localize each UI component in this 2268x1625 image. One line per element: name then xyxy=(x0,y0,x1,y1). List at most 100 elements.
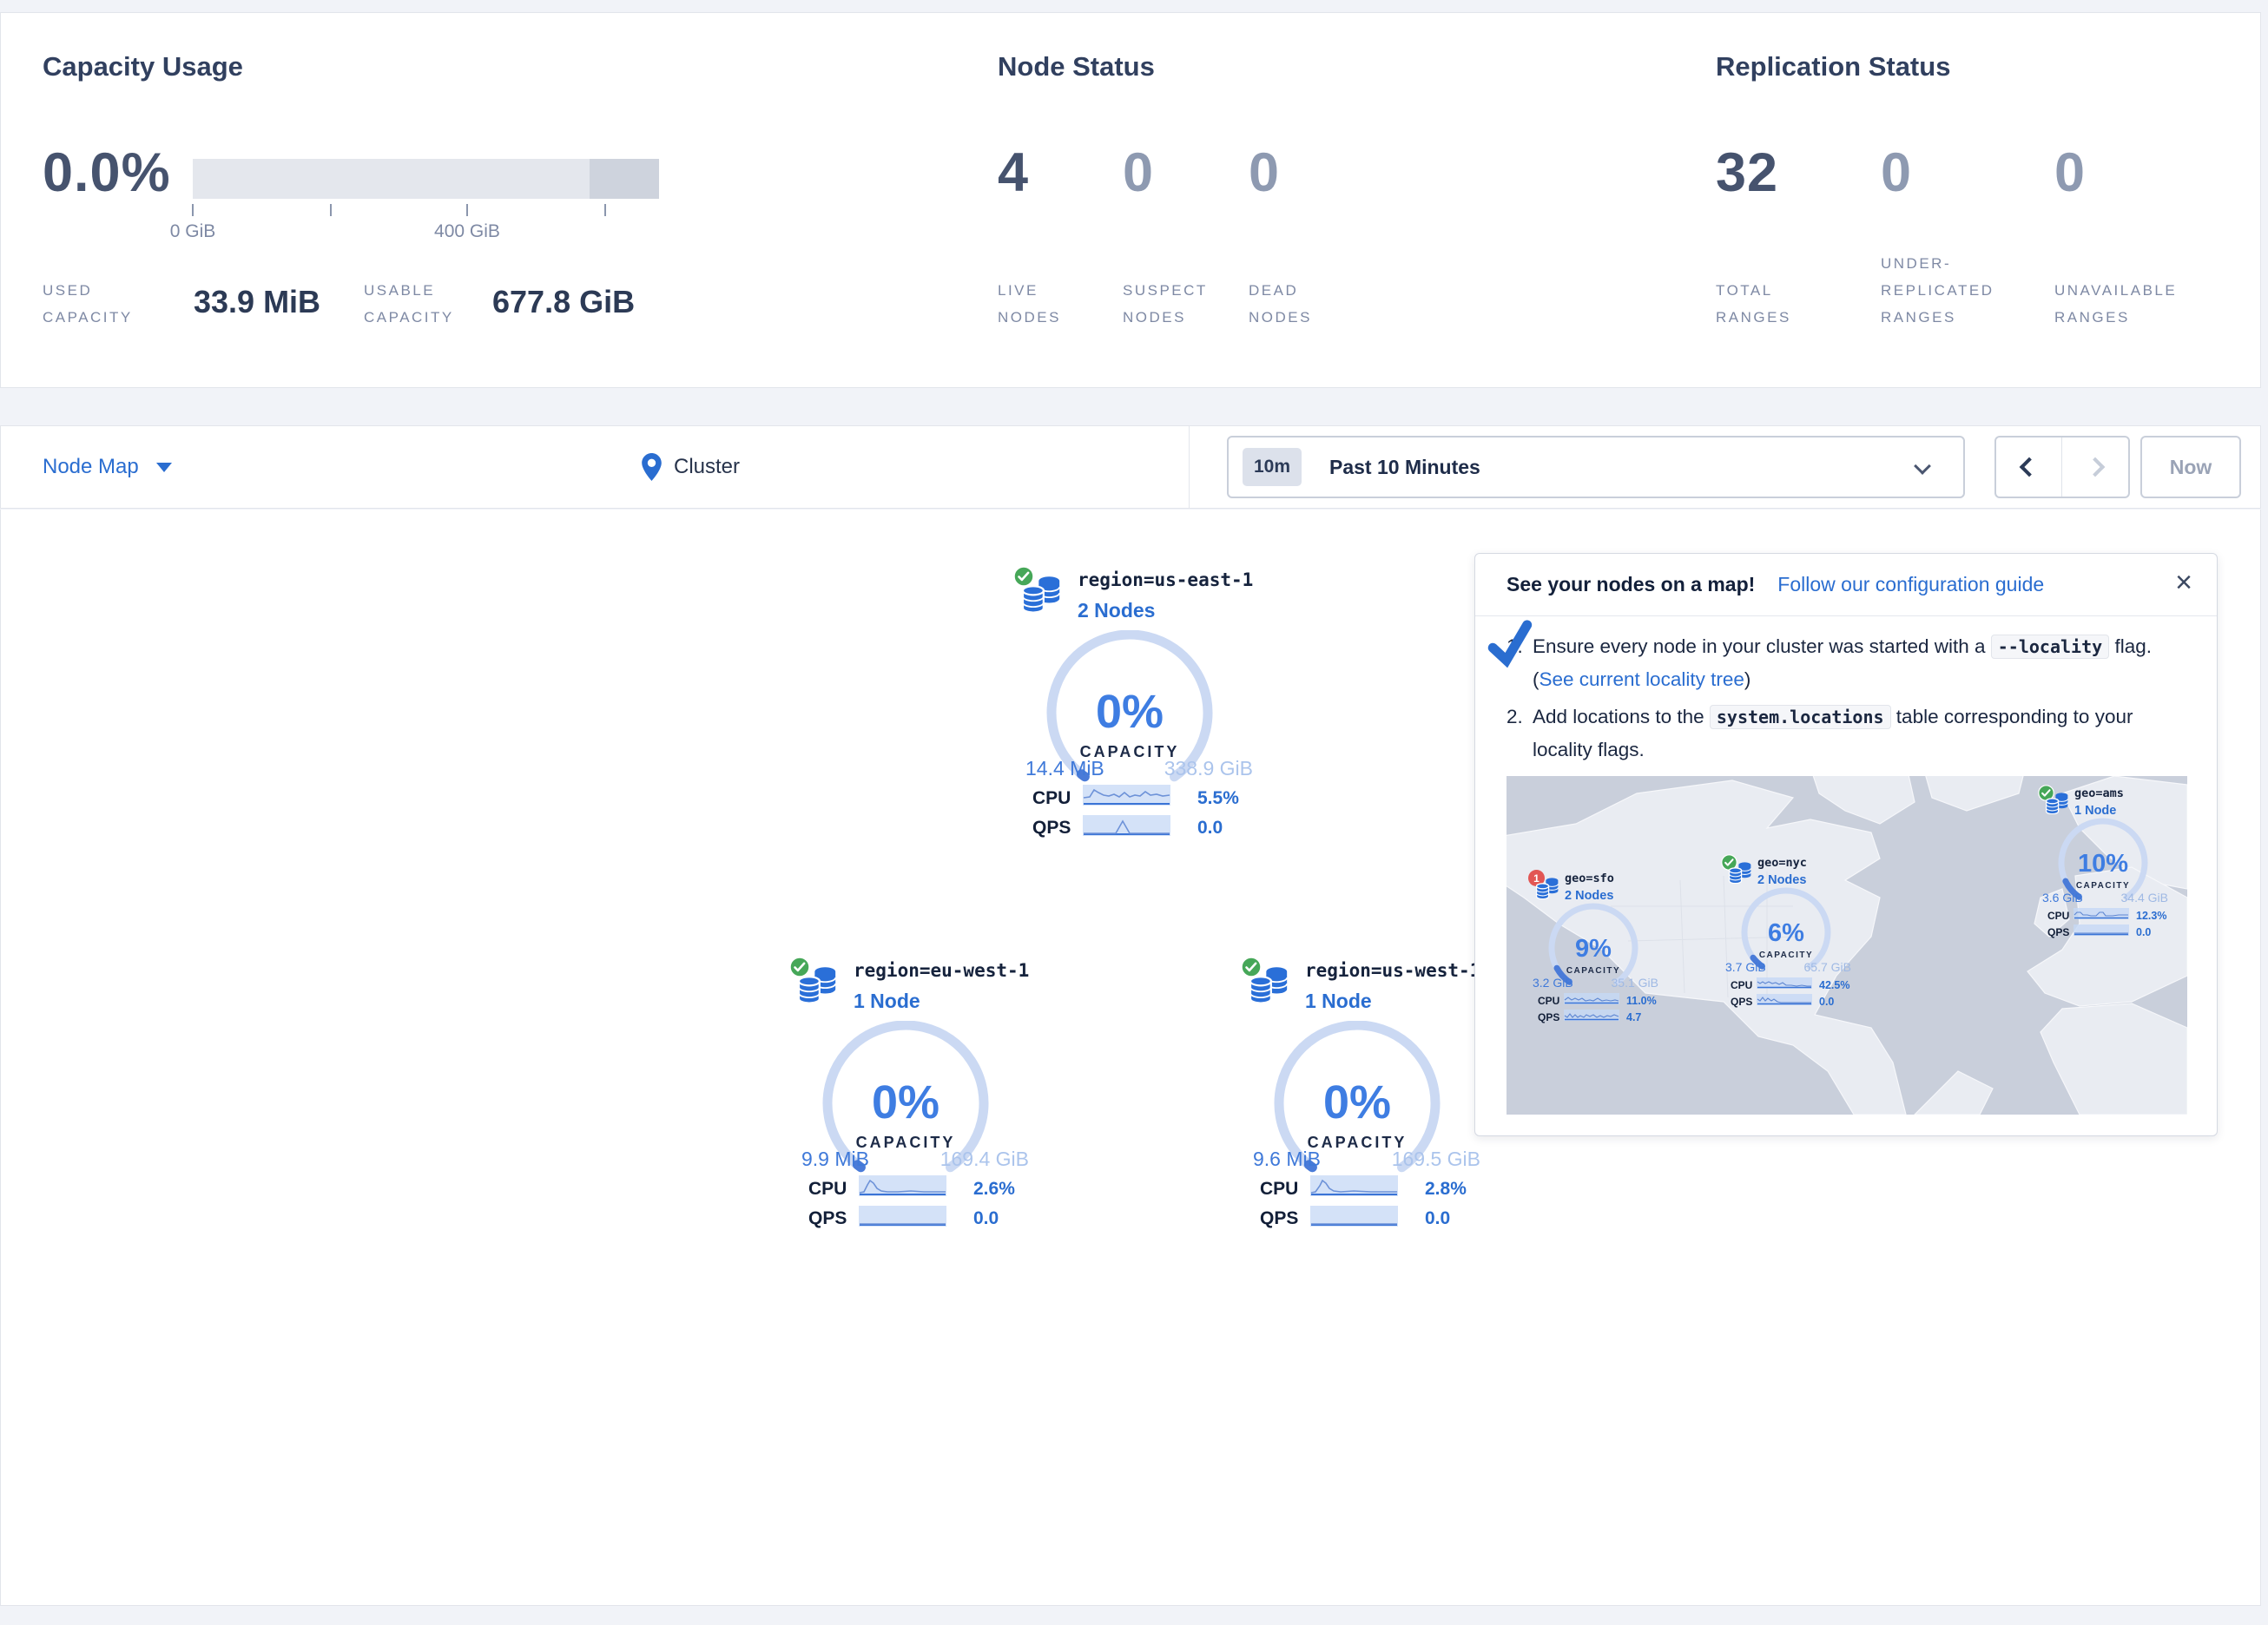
popup-instructions: 1. Ensure every node in your cluster was… xyxy=(1507,630,2192,766)
used-capacity-value: 33.9 MiB xyxy=(194,284,320,320)
region-total-capacity: 338.9 GiB xyxy=(1138,757,1253,780)
map-region-geo-ams: geo=ams 1 Node 10% CAPACITY 3.6 GiB 34.4… xyxy=(2034,785,2181,943)
region-node-us-east-1[interactable]: region=us-east-1 2 Nodes 0% CAPACITY 14.… xyxy=(999,564,1260,851)
locality-tree-link[interactable]: See current locality tree xyxy=(1539,668,1744,690)
example-node-map-image: 1 geo=sfo 2 Nodes 9% CAPACITY 3.2 GiB 35… xyxy=(1507,776,2187,1115)
database-icon xyxy=(1249,965,1289,1008)
close-icon[interactable]: × xyxy=(2175,568,2192,597)
cpu-label: CPU xyxy=(1032,788,1071,809)
axis-tick xyxy=(192,204,194,216)
under-replicated-count: 0 xyxy=(1881,141,1912,204)
dead-nodes-label: DEAD NODES xyxy=(1249,277,1353,331)
total-ranges-count: 32 xyxy=(1716,141,1778,204)
replication-status-title: Replication Status xyxy=(1716,51,1950,82)
cluster-overview-page: Capacity Usage 0.0% 0 GiB 400 GiB USED C… xyxy=(0,0,2268,1625)
database-icon xyxy=(1536,877,1559,904)
cpu-value: 42.5% xyxy=(1819,979,1849,991)
qps-sparkline xyxy=(2074,924,2129,936)
region-node-us-west-1[interactable]: region=us-west-1 1 Node 0% CAPACITY 9.6 … xyxy=(1227,955,1487,1241)
region-used-capacity: 9.6 MiB xyxy=(1253,1148,1321,1171)
cpu-label: CPU xyxy=(1731,979,1752,991)
qps-value: 0.0 xyxy=(1197,818,1223,839)
gauge-percent: 6% xyxy=(1768,919,1804,947)
unavailable-label: UNAVAILABLE RANGES xyxy=(2054,277,2219,331)
cpu-sparkline xyxy=(1757,977,1812,989)
axis-tick xyxy=(466,204,468,216)
gauge-capacity-label: CAPACITY xyxy=(2076,881,2130,891)
qps-label: QPS xyxy=(1731,996,1752,1008)
map-region-geo-nyc: geo=nyc 2 Nodes 6% CAPACITY 3.7 GiB 65.7… xyxy=(1717,854,1864,1012)
region-locality-label: region=us-west-1 xyxy=(1305,960,1480,981)
cpu-value: 11.0% xyxy=(1626,995,1657,1007)
region-node-eu-west-1[interactable]: region=eu-west-1 1 Node 0% CAPACITY 9.9 … xyxy=(775,955,1036,1241)
cpu-value: 5.5% xyxy=(1197,788,1239,809)
breadcrumb[interactable]: Cluster xyxy=(642,426,740,508)
region-nodes-label: 2 Nodes xyxy=(1757,873,1806,887)
cpu-sparkline xyxy=(859,1175,946,1196)
capacity-used-percent: 0.0% xyxy=(43,141,171,204)
region-nodes-link[interactable]: 1 Node xyxy=(854,990,920,1013)
gauge-percent: 0% xyxy=(872,1076,940,1128)
region-used-capacity: 3.7 GiB xyxy=(1725,960,1766,974)
view-selector-dropdown[interactable]: Node Map xyxy=(43,426,172,508)
view-selector-label: Node Map xyxy=(43,455,139,479)
code-span-system-locations: system.locations xyxy=(1710,705,1891,729)
now-button[interactable]: Now xyxy=(2140,436,2241,498)
qps-value: 4.7 xyxy=(1626,1011,1641,1023)
chevron-down-icon xyxy=(1914,457,1931,475)
nodes-on-map-popup: See your nodes on a map! Follow our conf… xyxy=(1474,553,2218,1136)
region-used-capacity: 3.2 GiB xyxy=(1533,976,1573,990)
map-toolbar: Node Map Cluster 10m Past 10 Minutes Now xyxy=(0,425,2261,509)
gauge-capacity-label: CAPACITY xyxy=(1759,951,1813,960)
dead-nodes-count: 0 xyxy=(1249,141,1280,204)
popup-title: See your nodes on a map! xyxy=(1507,573,1755,596)
cpu-value: 2.8% xyxy=(1425,1179,1467,1200)
qps-sparkline xyxy=(1310,1206,1398,1227)
database-icon xyxy=(2046,792,2069,819)
gauge-capacity-label: CAPACITY xyxy=(1566,966,1620,976)
configuration-guide-link[interactable]: Follow our configuration guide xyxy=(1777,573,2044,596)
chevron-right-icon xyxy=(2086,457,2106,477)
region-used-capacity: 3.6 GiB xyxy=(2042,891,2083,905)
step-text: ) xyxy=(1744,668,1751,690)
region-total-capacity: 65.7 GiB xyxy=(1786,960,1851,974)
region-nodes-link[interactable]: 2 Nodes xyxy=(1078,599,1155,622)
qps-value: 0.0 xyxy=(973,1208,999,1229)
qps-sparkline xyxy=(859,1206,946,1227)
under-replicated-label: UNDER-REPLICATED RANGES xyxy=(1881,250,2033,331)
cpu-sparkline xyxy=(1083,785,1170,806)
blue-check-icon xyxy=(1483,617,1539,673)
axis-tick xyxy=(330,204,332,216)
region-locality-label: geo=ams xyxy=(2074,786,2124,800)
live-nodes-label: LIVE NODES xyxy=(998,277,1102,331)
region-used-capacity: 9.9 MiB xyxy=(801,1148,869,1171)
time-next-button[interactable] xyxy=(2062,438,2128,497)
gauge-percent: 9% xyxy=(1575,935,1612,963)
chevron-left-icon xyxy=(2019,457,2039,477)
qps-sparkline xyxy=(1083,815,1170,836)
suspect-nodes-count: 0 xyxy=(1123,141,1154,204)
gauge-percent: 0% xyxy=(1096,686,1164,738)
node-status-title: Node Status xyxy=(998,51,1155,82)
popup-header: See your nodes on a map! Follow our conf… xyxy=(1475,554,2217,616)
gauge-percent: 0% xyxy=(1323,1076,1391,1128)
popup-step-2: 2. Add locations to the system.locations… xyxy=(1507,701,2192,766)
unavailable-count: 0 xyxy=(2054,141,2086,204)
live-nodes-count: 4 xyxy=(998,141,1029,204)
qps-label: QPS xyxy=(1032,818,1071,839)
qps-label: QPS xyxy=(2047,926,2069,938)
region-nodes-link[interactable]: 1 Node xyxy=(1305,990,1372,1013)
time-range-badge: 10m xyxy=(1243,448,1302,486)
usable-capacity-label: USABLE CAPACITY xyxy=(364,277,507,331)
database-icon xyxy=(1022,575,1062,617)
map-pin-icon xyxy=(642,453,662,481)
cpu-value: 12.3% xyxy=(2136,910,2166,922)
time-range-dropdown[interactable]: 10m Past 10 Minutes xyxy=(1227,436,1965,498)
axis-tick-label: 400 GiB xyxy=(415,221,519,242)
region-total-capacity: 35.1 GiB xyxy=(1593,976,1658,990)
time-prev-button[interactable] xyxy=(1996,438,2062,497)
cluster-summary-panel: Capacity Usage 0.0% 0 GiB 400 GiB USED C… xyxy=(0,12,2261,388)
qps-value: 0.0 xyxy=(1819,996,1834,1008)
region-total-capacity: 34.4 GiB xyxy=(2103,891,2168,905)
breadcrumb-label: Cluster xyxy=(674,455,740,479)
